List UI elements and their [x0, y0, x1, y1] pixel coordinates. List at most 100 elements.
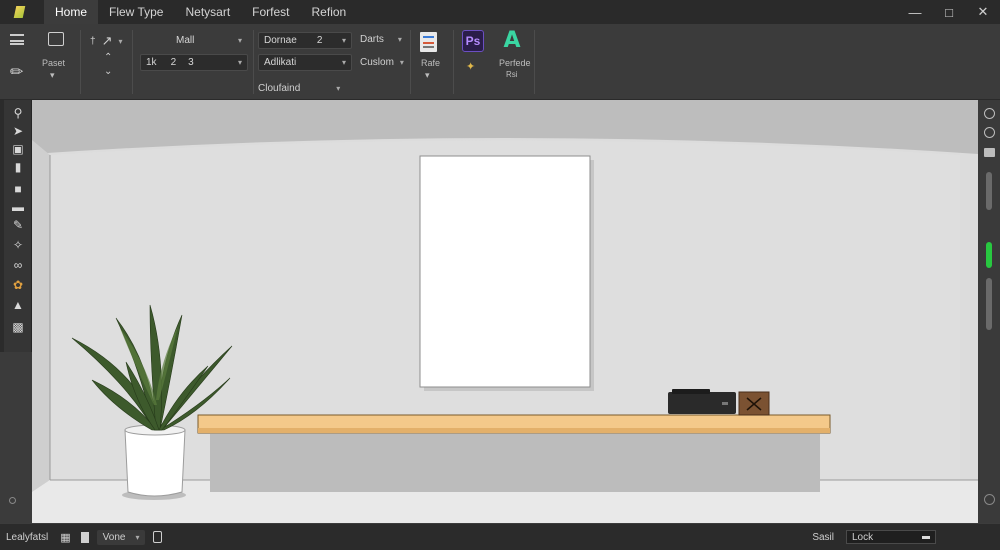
custom-menu[interactable]: Cuslom ▾ — [360, 57, 404, 68]
app-label-2: Rsi — [506, 70, 518, 79]
rectangle-icon[interactable]: ■ — [10, 182, 26, 196]
chevron-down-icon: ▾ — [135, 532, 140, 542]
grid-icon[interactable]: ▩ — [10, 320, 26, 334]
custom-label: Cuslom — [360, 57, 394, 68]
maximize-icon[interactable]: □ — [932, 0, 966, 24]
canvas-scene — [32, 100, 978, 523]
layers-icon[interactable]: ▦ — [60, 531, 70, 544]
photoshop-icon-text: Ps — [465, 34, 481, 48]
section-menu[interactable]: Cloufaind ▾ — [258, 83, 340, 94]
scale-label: Sasil — [812, 531, 834, 543]
tab-home[interactable]: Home — [44, 0, 99, 24]
photoshop-icon[interactable]: Ps — [462, 30, 484, 52]
lock-value: Lock — [852, 531, 874, 543]
move-up-icon[interactable]: ⌃ — [104, 52, 112, 63]
ribbon-separator — [534, 30, 535, 94]
font-family-select[interactable]: Mall ▾ — [140, 32, 248, 49]
app-label-1: Perfede — [499, 58, 531, 68]
ribbon-separator — [132, 30, 133, 94]
link-icon[interactable]: ∞ — [10, 258, 26, 272]
left-toolbar: ⚲ ➤ ▣ ▮ ■ ▬ ✎ ✧ ∞ ✿ ▲ ▩ — [4, 100, 32, 352]
chevron-down-icon: ▾ — [397, 35, 402, 44]
device-top — [672, 389, 710, 394]
document-icon[interactable] — [420, 32, 437, 52]
ribbon: ✏ Paset ▾ † ↗ ▾ ⌃ ⌄ Mall ▾ 1k 2 3 ▾ Dorn… — [0, 24, 1000, 100]
line-icon[interactable]: ▬ — [10, 200, 26, 214]
ribbon-separator — [80, 30, 81, 94]
paste-icon[interactable] — [48, 32, 64, 46]
effects-icon[interactable]: ✦ — [466, 60, 475, 73]
canvas[interactable] — [32, 100, 978, 523]
document-icon[interactable] — [153, 531, 163, 543]
paste-label: Paset — [42, 58, 66, 68]
app-logo-icon — [8, 1, 30, 23]
shelf-shadow — [210, 434, 820, 492]
bottom-dot-icon — [984, 494, 995, 505]
view-mode-select[interactable]: Vone ▾ — [96, 529, 146, 545]
paste-dropdown-icon[interactable]: ▾ — [50, 70, 55, 81]
brush-icon[interactable]: ✧ — [10, 238, 26, 252]
eraser-icon[interactable]: ▲ — [10, 298, 26, 312]
style-value: Dornae — [264, 35, 297, 46]
font-size-a: 1k — [146, 57, 157, 68]
rafe-label: Rafe — [421, 58, 441, 68]
ribbon-separator — [453, 30, 454, 94]
chevron-down-icon: ▾ — [336, 84, 341, 93]
align-value: Adlikati — [264, 57, 297, 68]
color-icon[interactable]: ✿ — [10, 278, 26, 292]
page-icon[interactable] — [80, 531, 89, 543]
app-a-icon[interactable]: A — [500, 27, 524, 53]
comment-icon[interactable]: ▮ — [10, 160, 26, 174]
shelf-edge — [198, 428, 830, 433]
section-label: Cloufaind — [258, 83, 301, 94]
status-bar: Lealyfatsl ▦ Vone ▾ Sasil Lock — [0, 523, 1000, 550]
left-gutter — [0, 352, 32, 523]
blank-frame[interactable] — [419, 155, 591, 388]
gutter-dot-icon — [9, 497, 16, 504]
pencil-icon[interactable]: ✏ — [10, 62, 23, 82]
image-icon[interactable]: ▣ — [10, 142, 26, 156]
info-icon[interactable] — [984, 127, 995, 138]
tab-refion[interactable]: Refion — [301, 0, 358, 24]
font-size-select[interactable]: 1k 2 3 ▾ — [140, 54, 248, 71]
edit-icon[interactable]: ✎ — [10, 218, 26, 232]
font-size-b: 2 — [170, 57, 177, 68]
style-size-value: 2 — [316, 35, 323, 46]
anchor-icon: † — [90, 35, 96, 47]
lock-field[interactable]: Lock — [846, 530, 936, 544]
ribbon-separator — [253, 30, 254, 94]
zoom-icon[interactable]: ⚲ — [10, 106, 26, 120]
chevron-down-icon[interactable]: ▾ — [425, 70, 430, 81]
chevron-down-icon: ▾ — [237, 36, 242, 45]
device-led — [722, 402, 728, 405]
darts-label: Darts — [360, 34, 384, 45]
minimize-icon[interactable]: — — [898, 0, 932, 24]
ribbon-tabs: Home Flew Type Netysart Forfest Refion — [44, 0, 357, 24]
hamburger-menu-icon[interactable] — [10, 34, 24, 45]
chevron-down-icon: ▾ — [237, 58, 242, 67]
chevron-down-icon: ▾ — [118, 36, 123, 46]
plant-pot[interactable] — [124, 429, 186, 497]
layers-icon[interactable] — [984, 148, 995, 157]
view-mode-value: Vone — [102, 531, 126, 543]
ribbon-separator — [410, 30, 411, 94]
shape-tool[interactable]: † ↗ ▾ — [90, 33, 122, 49]
settings-icon[interactable] — [984, 108, 995, 119]
tab-forfest[interactable]: Forfest — [241, 0, 300, 24]
chevron-down-icon: ▾ — [341, 58, 346, 67]
move-down-icon[interactable]: ⌄ — [104, 66, 112, 77]
layer-label: Lealyfatsl — [6, 531, 49, 543]
app-a-icon-text: A — [503, 27, 521, 53]
resize-icon: ↗ — [101, 33, 113, 48]
tab-netysart[interactable]: Netysart — [174, 0, 241, 24]
style-select[interactable]: Dornae 2 ▾ — [258, 32, 352, 49]
tab-flew-type[interactable]: Flew Type — [98, 0, 174, 24]
darts-menu[interactable]: Darts ▾ — [360, 34, 402, 45]
close-icon[interactable]: ✕ — [966, 0, 1000, 24]
font-family-value: Mall — [176, 35, 195, 46]
scrollbar-upper[interactable] — [986, 172, 992, 210]
scrollbar-lower[interactable] — [986, 278, 992, 330]
window-controls: — □ ✕ — [898, 0, 1000, 24]
select-icon[interactable]: ➤ — [10, 124, 26, 138]
align-select[interactable]: Adlikati ▾ — [258, 54, 352, 71]
